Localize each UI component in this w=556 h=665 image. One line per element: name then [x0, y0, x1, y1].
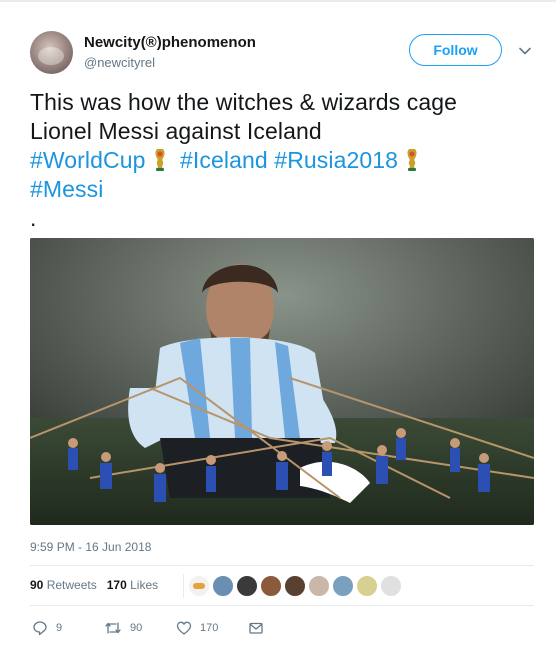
chevron-down-icon[interactable] — [518, 44, 532, 58]
heart-icon — [176, 621, 192, 635]
retweets-stat[interactable]: 90 Retweets — [30, 578, 97, 592]
likes-label: Likes — [130, 578, 159, 592]
retweet-count: 90 — [130, 622, 143, 634]
reply-button[interactable]: 9 — [32, 620, 62, 636]
avatar[interactable] — [30, 31, 73, 74]
hashtag-messi[interactable]: #Messi — [30, 176, 103, 202]
liker-avatar[interactable] — [188, 575, 210, 597]
reply-icon — [33, 621, 47, 636]
media-illustration — [30, 238, 534, 525]
tweet-line-4: #Messi — [30, 175, 530, 204]
direct-message-button[interactable] — [248, 620, 272, 636]
retweets-count: 90 — [30, 578, 44, 592]
reply-count: 9 — [56, 622, 63, 634]
tweet-actions: 9 90 170 — [30, 620, 290, 640]
world-cup-trophy-icon — [407, 149, 417, 171]
retweet-button[interactable]: 90 — [104, 620, 142, 636]
tweet-media-image[interactable] — [30, 238, 534, 525]
envelope-icon — [249, 622, 263, 634]
like-count: 170 — [200, 622, 219, 634]
tweet-trailing-dot: . — [30, 205, 37, 231]
liker-avatar[interactable] — [380, 575, 402, 597]
tweet-timestamp[interactable]: 9:59 PM - 16 Jun 2018 — [30, 540, 151, 554]
retweet-icon — [105, 622, 121, 634]
tweet-line-3: #WorldCup #Iceland #Rusia2018 — [30, 146, 530, 175]
liker-avatar[interactable] — [284, 575, 306, 597]
user-handle[interactable]: @newcityrel — [84, 55, 155, 70]
liker-avatar[interactable] — [212, 575, 234, 597]
tweet-text: This was how the witches & wizards cage … — [30, 88, 530, 233]
hashtag-worldcup[interactable]: #WorldCup — [30, 147, 146, 173]
display-name[interactable]: Newcity(®)phenomenon — [84, 34, 256, 51]
hashtag-rusia2018[interactable]: #Rusia2018 — [274, 147, 398, 173]
liker-avatar[interactable] — [236, 575, 258, 597]
tweet-line-1: This was how the witches & wizards cage — [30, 89, 458, 115]
top-divider — [0, 0, 556, 2]
liker-avatar[interactable] — [260, 575, 282, 597]
engagement-stats: 90 Retweets 170 Likes — [30, 578, 158, 592]
like-button[interactable]: 170 — [176, 620, 218, 636]
liker-avatar[interactable] — [308, 575, 330, 597]
tweet-line-2: Lionel Messi against Iceland — [30, 118, 322, 144]
retweets-label: Retweets — [46, 578, 97, 592]
hashtag-iceland[interactable]: #Iceland — [180, 147, 268, 173]
stats-bottom-divider — [30, 605, 534, 606]
follow-button[interactable]: Follow — [409, 34, 502, 66]
liker-avatars — [183, 574, 402, 598]
stats-top-divider — [30, 565, 534, 566]
likes-count: 170 — [106, 578, 127, 592]
world-cup-trophy-icon — [155, 149, 165, 171]
liker-avatar[interactable] — [332, 575, 354, 597]
liker-avatar[interactable] — [356, 575, 378, 597]
likes-stat[interactable]: 170 Likes — [107, 578, 158, 592]
